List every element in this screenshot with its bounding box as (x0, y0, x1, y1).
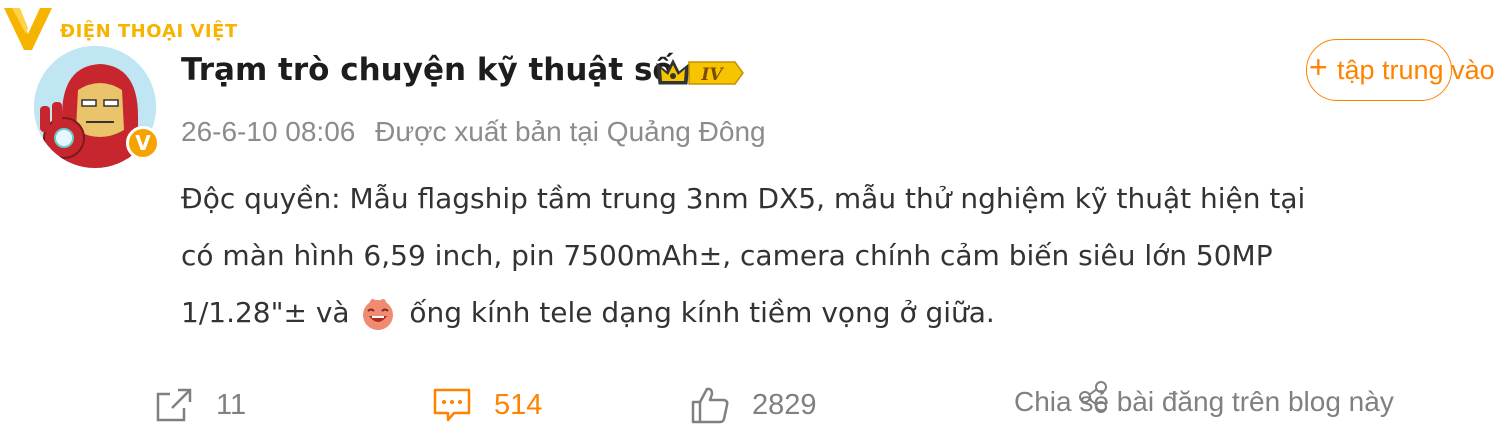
post-line-3-end: ống kính tele dạng kính tiềm vọng ở giữa… (409, 296, 995, 329)
follow-label: tập trung vào (1337, 55, 1495, 85)
like-count: 2829 (752, 388, 817, 421)
watermark-text: ĐIỆN THOẠI VIỆT (60, 20, 238, 42)
like-icon (691, 387, 729, 424)
repost-count: 11 (216, 388, 247, 421)
verified-badge: V (126, 126, 160, 160)
comment-button[interactable]: 514 (432, 380, 542, 430)
author-name[interactable]: Trạm trò chuyện kỹ thuật số (181, 52, 674, 88)
comment-count: 514 (494, 388, 543, 421)
post-date[interactable]: 26-6-10 08:06 (181, 116, 355, 147)
like-button[interactable]: 2829 (690, 380, 817, 430)
crown-icon: IV (656, 58, 744, 85)
comment-icon (433, 388, 471, 422)
share-icon (1076, 380, 1110, 421)
share-blog-link[interactable]: Chia sẻ bài đăng trên blog này (1014, 381, 1394, 418)
laughing-emoji-icon (360, 294, 396, 351)
post-line-3-start: 1/1.28"± và (181, 296, 350, 329)
follow-button[interactable]: + tập trung vào (1306, 39, 1495, 101)
post-body: Độc quyền: Mẫu flagship tầm trung 3nm DX… (181, 170, 1451, 351)
post-line-3: 1/1.28"± và ống kính tele dạng kính tiềm… (181, 284, 1451, 351)
svg-text:IV: IV (700, 65, 724, 85)
post-line-1: Độc quyền: Mẫu flagship tầm trung 3nm DX… (181, 182, 1306, 215)
repost-button[interactable]: 11 (154, 380, 246, 430)
avatar[interactable]: V (34, 46, 160, 168)
rank-badge: IV (655, 56, 745, 90)
share-blog-label: Chia sẻ bài đăng trên blog này (1014, 386, 1394, 417)
plus-icon: + (1309, 49, 1328, 85)
repost-icon (156, 388, 192, 422)
post-line-2: có màn hình 6,59 inch, pin 7500mAh±, cam… (181, 239, 1273, 272)
post-meta: 26-6-10 08:06 Được xuất bản tại Quảng Đô… (181, 116, 766, 148)
post-location: Được xuất bản tại Quảng Đông (375, 116, 766, 147)
